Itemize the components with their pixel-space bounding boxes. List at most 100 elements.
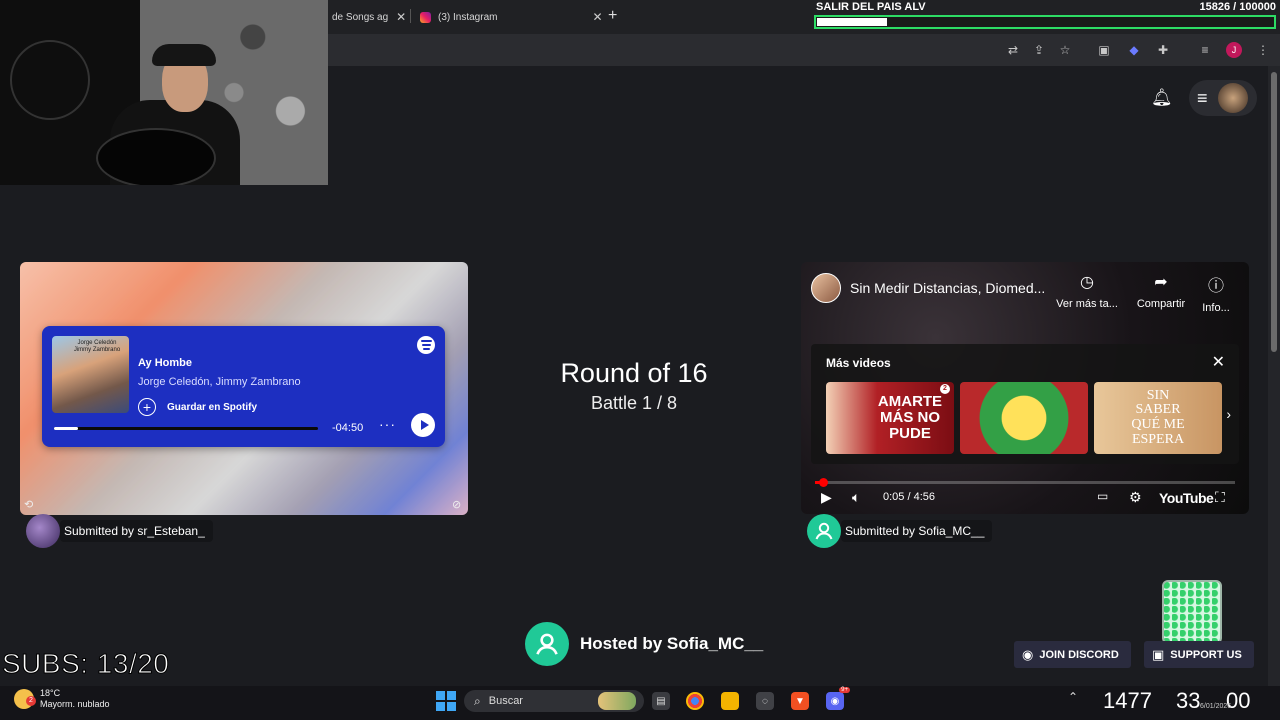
weather-desc: Mayorm. nublado bbox=[40, 698, 110, 709]
video-scrubber[interactable] bbox=[818, 478, 828, 487]
task-view-icon[interactable]: ▤ bbox=[652, 692, 670, 710]
right-submitter: Submitted by Sofia_MC__ bbox=[807, 514, 993, 548]
submitter-label: Submitted by sr_Esteban_ bbox=[60, 520, 213, 542]
discord-taskbar-icon[interactable]: ◉ 9+ bbox=[826, 687, 850, 710]
join-discord-label: JOIN DISCORD bbox=[1039, 648, 1119, 661]
overlay-counter-a: 1477 bbox=[1103, 688, 1152, 713]
spotify-embed: Jorge Celedón Jimmy Zambrano Ay Hombe Jo… bbox=[42, 326, 445, 447]
spotify-logo-icon[interactable] bbox=[417, 336, 435, 354]
donation-goal-overlay: SALIR DEL PAIS ALV 15826 / 100000 bbox=[812, 0, 1280, 32]
host-avatar bbox=[525, 622, 569, 666]
weather-widget[interactable]: 2 18°C Mayorm. nublado bbox=[14, 688, 110, 710]
overlay-counter-b: 33 bbox=[1176, 688, 1201, 713]
extensions-puzzle-icon[interactable]: ✚ bbox=[1156, 43, 1170, 57]
profile-avatar[interactable]: J bbox=[1226, 42, 1242, 58]
webcam-overlay bbox=[0, 0, 328, 185]
submitter-avatar bbox=[26, 514, 60, 548]
close-tab-icon[interactable]: ✕ bbox=[396, 10, 406, 24]
next-chevron-icon[interactable]: › bbox=[1226, 406, 1231, 422]
goal-count: 15826 / 100000 bbox=[1199, 1, 1276, 13]
translate-icon[interactable]: ⇄ bbox=[1006, 43, 1020, 57]
left-submitter: Submitted by sr_Esteban_ bbox=[26, 514, 213, 548]
settings-gear-icon[interactable]: ⚙ bbox=[1129, 489, 1142, 506]
close-icon[interactable]: ✕ bbox=[1212, 352, 1225, 372]
play-button[interactable] bbox=[411, 413, 435, 437]
play-icon[interactable]: ▶ bbox=[821, 489, 832, 506]
video-progress-bar[interactable] bbox=[815, 478, 1235, 487]
channel-avatar[interactable] bbox=[811, 273, 841, 303]
scrollbar-thumb[interactable] bbox=[1271, 72, 1277, 352]
tab-instagram[interactable]: (3) Instagram ✕ bbox=[420, 6, 603, 28]
hide-icon[interactable]: ⊘ bbox=[452, 498, 461, 511]
close-tab-icon[interactable]: ✕ bbox=[592, 10, 602, 24]
more-options-icon[interactable]: ··· bbox=[379, 416, 396, 432]
tip-jar bbox=[1162, 580, 1222, 644]
new-tab-button[interactable]: + bbox=[608, 7, 617, 25]
video-thumbnail[interactable] bbox=[960, 382, 1088, 454]
goal-progress-bar bbox=[814, 15, 1276, 29]
tab-separator bbox=[410, 9, 411, 23]
goal-title: SALIR DEL PAIS ALV bbox=[816, 1, 926, 13]
host-info: Hosted by Sofia_MC__ bbox=[525, 622, 763, 666]
tab-label: (3) Instagram bbox=[438, 11, 498, 23]
volume-icon[interactable]: 🔈︎ bbox=[852, 489, 860, 506]
user-avatar bbox=[1217, 83, 1248, 113]
extension-icon[interactable]: ▣ bbox=[1097, 43, 1111, 57]
account-menu-button[interactable]: ≡ bbox=[1189, 80, 1257, 116]
user-silhouette-icon bbox=[536, 633, 558, 655]
search-label: Buscar bbox=[488, 695, 523, 707]
extension-icon[interactable]: ◆ bbox=[1127, 43, 1141, 57]
tab-songs[interactable]: de Songs ag ✕ bbox=[332, 6, 406, 28]
track-artist[interactable]: Jorge Celedón, Jimmy Zambrano bbox=[138, 376, 301, 388]
thumbnail-text: AMARTE MÁS NO PUDE bbox=[877, 393, 943, 442]
subs-counter: SUBS: 13/20 bbox=[1, 648, 170, 680]
album-cover-text: Jorge Celedón Jimmy Zambrano bbox=[73, 340, 121, 353]
info-icon: ⓘ bbox=[1207, 278, 1224, 295]
share-label: Compartir bbox=[1136, 298, 1186, 310]
captions-icon[interactable]: ▭ bbox=[1097, 489, 1108, 503]
track-title[interactable]: Ay Hombe bbox=[138, 357, 192, 369]
video-thumbnail[interactable]: SIN SABER QUÉ ME ESPERA bbox=[1094, 382, 1222, 454]
video-title[interactable]: Sin Medir Distancias, Diomed... bbox=[850, 280, 1045, 296]
youtube-embed: Sin Medir Distancias, Diomed... ◷ Ver más… bbox=[801, 262, 1249, 514]
page-scrollbar[interactable] bbox=[1268, 66, 1280, 686]
user-silhouette-icon bbox=[815, 522, 833, 540]
add-icon[interactable]: + bbox=[138, 398, 156, 416]
watch-later-button[interactable]: ◷ Ver más ta... bbox=[1052, 272, 1122, 310]
instagram-icon bbox=[420, 11, 431, 23]
video-thumbnail[interactable]: AMARTE MÁS NO PUDE 2 bbox=[826, 382, 954, 454]
fullscreen-icon[interactable]: ⛶ bbox=[1215, 489, 1225, 506]
screen: { "browser": { "tabs": [ {"label": "de S… bbox=[0, 0, 1280, 720]
bookmark-star-icon[interactable]: ☆ bbox=[1058, 43, 1072, 57]
webcam-cable bbox=[10, 40, 90, 120]
spotify-progress-fill bbox=[54, 427, 78, 430]
spotify-progress-bar[interactable] bbox=[54, 427, 318, 430]
support-us-button[interactable]: ▣ SUPPORT US bbox=[1144, 641, 1254, 668]
tray-chevron-icon[interactable]: ⌃ bbox=[1068, 690, 1078, 704]
watch-later-label: Ver más ta... bbox=[1056, 298, 1118, 310]
join-discord-button[interactable]: ◉ JOIN DISCORD bbox=[1014, 641, 1131, 668]
weather-icon: 2 bbox=[14, 688, 36, 709]
windows-start-icon[interactable] bbox=[436, 691, 456, 711]
album-cover: Jorge Celedón Jimmy Zambrano bbox=[52, 336, 129, 413]
notification-bell-icon[interactable]: 🔔︎ bbox=[1151, 88, 1173, 108]
app-icon[interactable]: ◌ bbox=[756, 692, 774, 710]
reading-list-icon[interactable]: ≡ bbox=[1198, 43, 1212, 57]
hamburger-menu-icon: ≡ bbox=[1197, 87, 1208, 108]
youtube-logo[interactable]: YouTube bbox=[1159, 490, 1214, 506]
clock-icon: ◷ bbox=[1080, 274, 1094, 291]
chrome-icon[interactable] bbox=[686, 692, 704, 710]
host-label: Hosted by Sofia_MC__ bbox=[580, 634, 764, 653]
info-button[interactable]: ⓘ Info... bbox=[1186, 272, 1246, 314]
webcam-person-cap bbox=[152, 44, 216, 66]
time-remaining: -04:50 bbox=[332, 422, 364, 434]
taskbar-date: 6/01/2026 bbox=[1200, 703, 1232, 710]
battle-number: Battle 1 / 8 bbox=[590, 393, 678, 413]
refresh-icon[interactable]: ⟲ bbox=[24, 498, 33, 511]
brave-icon[interactable]: ▼ bbox=[791, 692, 809, 710]
save-on-spotify-button[interactable]: Guardar en Spotify bbox=[167, 402, 257, 413]
taskbar-widget-thumbnail[interactable] bbox=[598, 692, 636, 710]
file-explorer-icon[interactable] bbox=[721, 692, 739, 710]
install-icon[interactable]: ⇪ bbox=[1032, 43, 1046, 57]
menu-kebab-icon[interactable]: ⋮ bbox=[1256, 43, 1270, 57]
